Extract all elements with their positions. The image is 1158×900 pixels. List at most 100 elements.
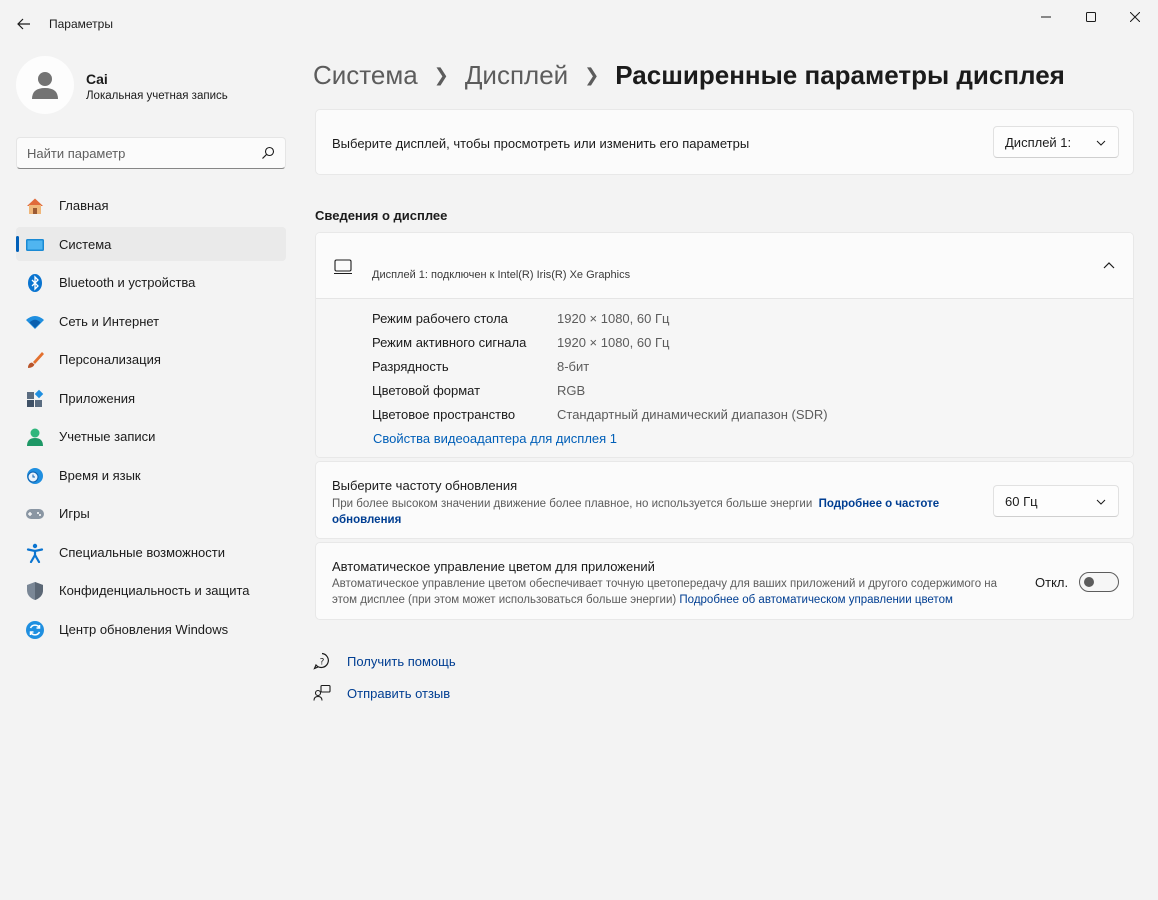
maximize-icon bbox=[1086, 12, 1096, 22]
time-language-icon bbox=[25, 466, 45, 486]
update-icon bbox=[25, 620, 45, 640]
breadcrumb: Система ❯ Дисплей ❯ Расширенные параметр… bbox=[313, 58, 1065, 92]
accessibility-icon bbox=[25, 543, 45, 563]
breadcrumb-display[interactable]: Дисплей bbox=[465, 60, 568, 91]
user-profile[interactable]: Cai Локальная учетная запись bbox=[16, 56, 286, 116]
sidebar-item-windows-update[interactable]: Центр обновления Windows bbox=[16, 612, 286, 646]
display-info-header[interactable]: Дисплей 1: подключен к Intel(R) Iris(R) … bbox=[316, 233, 1133, 299]
display-select-label: Выберите дисплей, чтобы просмотреть или … bbox=[332, 136, 750, 151]
color-management-toggle[interactable] bbox=[1079, 572, 1119, 592]
wifi-icon bbox=[25, 312, 45, 332]
minimize-button[interactable] bbox=[1023, 0, 1069, 34]
monitor-icon bbox=[334, 259, 352, 275]
sidebar-item-label: Сеть и Интернет bbox=[59, 313, 160, 329]
display-dropdown-value: Дисплей 1: bbox=[1005, 135, 1072, 150]
send-feedback-label: Отправить отзыв bbox=[347, 685, 451, 701]
refresh-rate-dropdown[interactable]: 60 Гц bbox=[993, 485, 1119, 517]
feedback-icon bbox=[313, 684, 331, 702]
sidebar-item-label: Специальные возможности bbox=[59, 544, 225, 560]
shield-icon bbox=[25, 581, 45, 601]
color-management-title: Автоматическое управление цветом для при… bbox=[332, 559, 655, 574]
refresh-rate-text: При более высоком значении движение боле… bbox=[332, 498, 813, 510]
sidebar-item-personalization[interactable]: Персонализация bbox=[16, 342, 286, 376]
gamepad-icon bbox=[25, 504, 45, 524]
sidebar-item-time-language[interactable]: Время и язык bbox=[16, 458, 286, 492]
sidebar-item-home[interactable]: Главная bbox=[16, 188, 286, 222]
display-info-title: Дисплей 1: подключен к Intel(R) Iris(R) … bbox=[372, 269, 631, 281]
title-bar: Параметры bbox=[0, 0, 1158, 48]
display-select-card: Выберите дисплей, чтобы просмотреть или … bbox=[315, 109, 1134, 175]
avatar bbox=[16, 56, 74, 114]
get-help-link[interactable]: ? Получить помощь bbox=[313, 650, 456, 672]
minimize-icon bbox=[1041, 16, 1051, 18]
chevron-down-icon bbox=[1096, 499, 1106, 505]
close-icon bbox=[1130, 12, 1140, 22]
color-management-card: Автоматическое управление цветом для при… bbox=[315, 542, 1134, 620]
back-arrow-icon bbox=[17, 18, 30, 30]
sidebar-item-network[interactable]: Сеть и Интернет bbox=[16, 304, 286, 338]
page-title: Расширенные параметры дисплея bbox=[615, 59, 1065, 90]
back-button[interactable] bbox=[10, 10, 38, 38]
sidebar-item-accounts[interactable]: Учетные записи bbox=[16, 419, 286, 453]
send-feedback-link[interactable]: Отправить отзыв bbox=[313, 682, 450, 704]
sidebar-item-label: Приложения bbox=[59, 390, 136, 406]
brush-icon bbox=[25, 350, 45, 370]
search-input[interactable] bbox=[27, 144, 247, 162]
system-icon bbox=[25, 235, 45, 255]
sidebar-nav: Главная Система Bluetooth и устройства С… bbox=[16, 188, 286, 650]
help-icon: ? bbox=[313, 652, 331, 670]
apps-icon bbox=[25, 389, 45, 409]
app-title: Параметры bbox=[49, 17, 113, 31]
account-type: Локальная учетная запись bbox=[86, 90, 228, 102]
breadcrumb-separator-icon: ❯ bbox=[584, 64, 600, 85]
section-title: Сведения о дисплее bbox=[315, 208, 448, 223]
sidebar-item-label: Центр обновления Windows bbox=[59, 621, 229, 637]
refresh-rate-description: При более высоком значении движение боле… bbox=[332, 496, 972, 528]
info-key: Режим рабочего стола bbox=[372, 311, 508, 326]
toggle-knob bbox=[1084, 577, 1094, 587]
sidebar-item-system[interactable]: Система bbox=[16, 226, 286, 261]
user-name: Cai bbox=[86, 71, 108, 87]
display-dropdown[interactable]: Дисплей 1: bbox=[993, 126, 1119, 158]
sidebar-item-gaming[interactable]: Игры bbox=[16, 496, 286, 530]
sidebar-item-bluetooth[interactable]: Bluetooth и устройства bbox=[16, 265, 286, 299]
get-help-label: Получить помощь bbox=[347, 653, 456, 669]
refresh-rate-card: Выберите частоту обновления При более вы… bbox=[315, 461, 1134, 539]
color-management-link[interactable]: Подробнее об автоматическом управлении ц… bbox=[679, 594, 952, 606]
sidebar-item-accessibility[interactable]: Специальные возможности bbox=[16, 535, 286, 569]
sidebar-item-label: Время и язык bbox=[59, 467, 141, 483]
svg-text:?: ? bbox=[320, 658, 325, 668]
display-info-card: Дисплей 1: подключен к Intel(R) Iris(R) … bbox=[315, 232, 1134, 458]
bluetooth-icon bbox=[25, 273, 45, 293]
info-value: RGB bbox=[557, 383, 586, 398]
sidebar-item-label: Учетные записи bbox=[59, 429, 156, 444]
info-value: 8-бит bbox=[557, 359, 590, 374]
sidebar-item-label: Персонализация bbox=[59, 352, 161, 367]
color-management-description: Автоматическое управление цветом обеспеч… bbox=[332, 576, 1012, 608]
refresh-rate-value: 60 Гц bbox=[1005, 494, 1038, 509]
display-info-body: Режим рабочего стола 1920 × 1080, 60 Гц … bbox=[316, 299, 1133, 457]
home-icon bbox=[25, 196, 45, 216]
info-key: Разрядность bbox=[372, 359, 449, 374]
info-value: 1920 × 1080, 60 Гц bbox=[557, 311, 670, 326]
breadcrumb-system[interactable]: Система bbox=[313, 60, 418, 91]
adapter-properties-link[interactable]: Свойства видеоадаптера для дисплея 1 bbox=[373, 431, 617, 446]
search-box[interactable] bbox=[16, 137, 286, 169]
close-button[interactable] bbox=[1112, 0, 1158, 34]
sidebar-item-label: Игры bbox=[59, 506, 90, 521]
sidebar-item-label: Система bbox=[59, 236, 112, 252]
chevron-up-icon[interactable] bbox=[1103, 260, 1115, 272]
info-value: Стандартный динамический диапазон (SDR) bbox=[557, 407, 828, 422]
maximize-button[interactable] bbox=[1068, 0, 1114, 34]
info-key: Цветовой формат bbox=[372, 383, 481, 398]
search-icon[interactable] bbox=[261, 146, 275, 160]
sidebar-item-apps[interactable]: Приложения bbox=[16, 381, 286, 415]
refresh-rate-title: Выберите частоту обновления bbox=[332, 478, 518, 493]
info-key: Цветовое пространство bbox=[372, 407, 516, 422]
sidebar-item-label: Bluetooth и устройства bbox=[59, 275, 196, 290]
breadcrumb-separator-icon: ❯ bbox=[433, 64, 449, 85]
accounts-icon bbox=[25, 427, 45, 447]
sidebar-item-privacy[interactable]: Конфиденциальность и защита bbox=[16, 573, 286, 607]
sidebar-item-label: Главная bbox=[59, 198, 109, 213]
info-value: 1920 × 1080, 60 Гц bbox=[557, 335, 670, 350]
